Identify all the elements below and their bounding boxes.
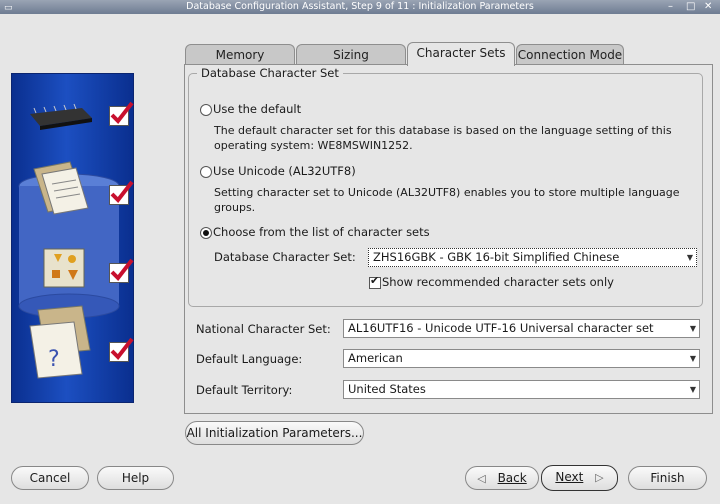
national-charset-value: AL16UTF16 - Unicode UTF-16 Universal cha… bbox=[348, 321, 654, 335]
all-init-params-button[interactable]: All Initialization Parameters... bbox=[185, 421, 364, 445]
show-recommended-checkbox[interactable]: ✔ bbox=[369, 274, 381, 289]
step-check-icon bbox=[109, 101, 134, 126]
default-territory-value: United States bbox=[348, 382, 426, 396]
default-territory-select[interactable]: United States ▼ bbox=[343, 380, 700, 399]
tab-sizing[interactable]: Sizing bbox=[296, 44, 406, 65]
next-arrow-icon: ▷ bbox=[595, 471, 604, 484]
default-territory-label: Default Territory: bbox=[196, 383, 293, 397]
use-default-label: Use the default bbox=[213, 102, 302, 116]
close-button[interactable]: ✕ bbox=[704, 0, 712, 14]
maximize-button[interactable]: □ bbox=[686, 0, 695, 14]
chevron-down-icon: ▼ bbox=[686, 253, 693, 262]
next-label: Next bbox=[555, 470, 584, 484]
help-folders-icon: ? bbox=[29, 305, 91, 379]
back-button[interactable]: ◁ Back bbox=[465, 466, 539, 490]
use-unicode-radio[interactable] bbox=[200, 166, 212, 178]
step-check-icon bbox=[109, 180, 134, 205]
back-arrow-icon: ◁ bbox=[477, 472, 486, 485]
use-default-radio[interactable] bbox=[200, 104, 212, 116]
checkmark-icon: ✔ bbox=[370, 274, 380, 287]
default-language-value: American bbox=[348, 351, 403, 365]
finish-button[interactable]: Finish bbox=[628, 466, 707, 490]
chevron-down-icon: ▼ bbox=[689, 354, 696, 363]
chevron-down-icon: ▼ bbox=[689, 385, 696, 394]
wizard-art-panel: ? bbox=[11, 73, 134, 403]
step-check-icon bbox=[109, 258, 134, 283]
show-recommended-label: Show recommended character sets only bbox=[382, 275, 614, 289]
tab-memory[interactable]: Memory bbox=[185, 44, 295, 65]
tab-connection-mode[interactable]: Connection Mode bbox=[516, 44, 624, 65]
national-charset-select[interactable]: AL16UTF16 - Unicode UTF-16 Universal cha… bbox=[343, 319, 700, 338]
window-title: Database Configuration Assistant, Step 9… bbox=[186, 1, 534, 12]
national-charset-label: National Character Set: bbox=[196, 322, 331, 336]
svg-text:?: ? bbox=[48, 347, 60, 372]
window-title-bar: ▭ Database Configuration Assistant, Step… bbox=[0, 0, 720, 14]
shapes-icon bbox=[43, 248, 85, 288]
minimize-button[interactable]: – bbox=[668, 0, 673, 14]
db-charset-select[interactable]: ZHS16GBK - GBK 16-bit Simplified Chinese… bbox=[368, 248, 697, 267]
choose-charset-radio[interactable] bbox=[200, 227, 212, 239]
group-title: Database Character Set bbox=[197, 66, 343, 80]
default-language-select[interactable]: American ▼ bbox=[343, 349, 700, 368]
db-charset-value: ZHS16GBK - GBK 16-bit Simplified Chinese bbox=[373, 250, 620, 264]
use-unicode-label: Use Unicode (AL32UTF8) bbox=[213, 164, 356, 178]
chevron-down-icon: ▼ bbox=[689, 324, 696, 333]
use-default-description: The default character set for this datab… bbox=[214, 124, 672, 152]
use-unicode-description: Setting character set to Unicode (AL32UT… bbox=[214, 186, 680, 214]
next-button[interactable]: Next ▷ bbox=[541, 465, 618, 491]
db-charset-label: Database Character Set: bbox=[214, 250, 356, 264]
tab-character-sets[interactable]: Character Sets bbox=[407, 42, 515, 66]
step-check-icon bbox=[109, 337, 134, 362]
back-label: Back bbox=[497, 471, 527, 485]
memory-chip-icon bbox=[30, 103, 92, 130]
choose-charset-label: Choose from the list of character sets bbox=[213, 225, 430, 239]
help-button[interactable]: Help bbox=[97, 466, 174, 490]
cancel-button[interactable]: Cancel bbox=[11, 466, 89, 490]
default-language-label: Default Language: bbox=[196, 352, 303, 366]
